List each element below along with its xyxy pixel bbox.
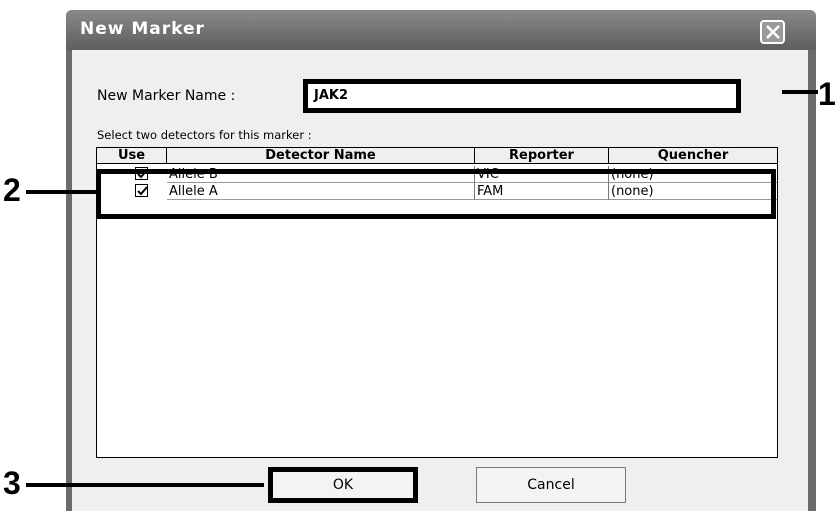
callout-number-3: 3	[3, 465, 21, 501]
column-header-quencher[interactable]: Quencher	[609, 148, 777, 164]
cancel-button[interactable]: Cancel	[476, 467, 626, 503]
ok-button[interactable]: OK	[268, 467, 418, 503]
detector-name-cell: Allele B	[167, 166, 475, 183]
column-header-use[interactable]: Use	[97, 148, 167, 164]
dialog-body: New Marker Name : JAK2 Select two detect…	[72, 50, 808, 511]
callout-line-1	[782, 90, 818, 94]
detector-grid: Use Detector Name Reporter Quencher Alle…	[96, 147, 778, 458]
reporter-cell: VIC	[475, 166, 609, 183]
close-button[interactable]	[760, 20, 785, 44]
detector-name-cell: Allele A	[167, 183, 475, 200]
marker-name-label: New Marker Name :	[97, 88, 236, 104]
callout-line-2	[26, 190, 98, 194]
use-checkbox[interactable]	[135, 184, 148, 197]
close-icon	[766, 25, 780, 39]
marker-name-input[interactable]: JAK2	[303, 79, 741, 113]
checkmark-icon	[137, 169, 148, 179]
quencher-cell: (none)	[609, 183, 777, 200]
use-checkbox[interactable]	[135, 167, 148, 180]
callout-number-2: 2	[3, 172, 21, 208]
callout-number-1: 1	[818, 76, 836, 112]
reporter-cell: FAM	[475, 183, 609, 200]
quencher-cell: (none)	[609, 166, 777, 183]
column-header-detector-name[interactable]: Detector Name	[167, 148, 475, 164]
dialog-title: New Marker	[80, 19, 205, 39]
new-marker-dialog: New Marker New Marker Name : JAK2 Select…	[66, 10, 816, 511]
select-detectors-label: Select two detectors for this marker :	[97, 128, 312, 142]
column-header-reporter[interactable]: Reporter	[475, 148, 609, 164]
checkmark-icon	[137, 186, 148, 196]
title-bar: New Marker	[66, 10, 816, 50]
callout-line-3	[26, 483, 264, 487]
